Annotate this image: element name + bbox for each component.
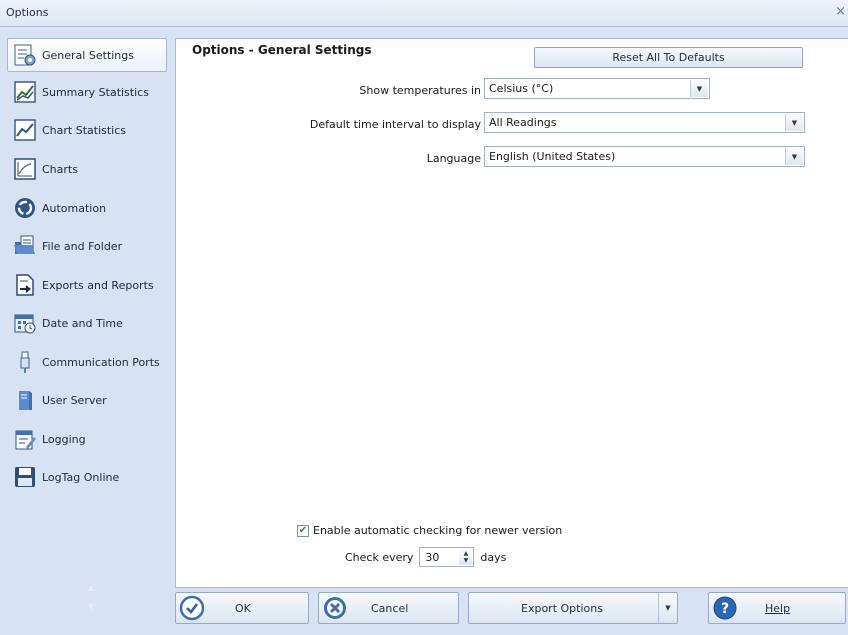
sidebar-item-logging[interactable]: Logging (8, 423, 168, 455)
sidebar-item-summary-statistics[interactable]: Summary Statistics (8, 76, 168, 108)
reset-defaults-button[interactable]: Reset All To Defaults (534, 47, 803, 68)
folder-icon (12, 233, 38, 259)
temperature-unit-value: Celsius (°C) (489, 82, 554, 95)
sidebar-item-date-and-time[interactable]: Date and Time (8, 307, 168, 339)
sidebar-item-label: User Server (42, 393, 107, 407)
general-settings-icon (12, 42, 38, 68)
chevron-down-icon[interactable]: ▼ (658, 593, 677, 623)
svg-text:?: ? (721, 601, 729, 617)
sidebar-item-label: Automation (42, 201, 107, 215)
summary-statistics-icon (12, 79, 38, 105)
sidebar-item-charts[interactable]: Charts (8, 153, 168, 185)
check-every-unit: days (480, 550, 507, 564)
log-book-icon (12, 426, 38, 452)
charts-icon (12, 156, 38, 182)
usb-port-icon (12, 349, 38, 375)
sidebar-item-logtag-online[interactable]: LogTag Online (8, 461, 168, 493)
ok-button-label: OK (235, 602, 251, 615)
sidebar-item-label: Communication Ports (42, 355, 160, 369)
sidebar-item-label: Charts (42, 162, 78, 176)
time-interval-select[interactable]: All Readings ▼ (484, 112, 805, 133)
check-every-label: Check every (345, 550, 414, 564)
options-sidebar: General Settings Summary Statistics Char… (7, 38, 170, 612)
export-options-label: Export Options (521, 602, 603, 615)
title-bar: Options × (0, 0, 848, 27)
stepper-arrows-icon[interactable]: ▲ ▼ (459, 549, 473, 565)
temperature-unit-label: Show temperatures in (359, 84, 481, 97)
chevron-down-icon[interactable]: ▼ (785, 148, 803, 165)
panel-title: Options - General Settings (192, 43, 372, 57)
auto-check-checkbox[interactable]: ✔ (297, 524, 309, 537)
sidebar-item-exports-and-reports[interactable]: Exports and Reports (8, 269, 168, 301)
ok-button[interactable]: OK (175, 592, 309, 624)
cancel-button[interactable]: Cancel (318, 592, 459, 624)
sidebar-item-label: File and Folder (42, 239, 123, 253)
cancel-button-label: Cancel (371, 602, 409, 615)
server-icon (12, 387, 38, 413)
auto-check-row: ✔ Enable automatic checking for newer ve… (297, 524, 562, 537)
temperature-unit-select[interactable]: Celsius (°C) ▼ (484, 78, 710, 99)
sidebar-item-label: Logging (42, 432, 86, 446)
cancel-circle-icon (322, 595, 348, 624)
chevron-down-icon[interactable]: ▼ (690, 80, 708, 97)
time-interval-label: Default time interval to display (309, 118, 481, 131)
sidebar-scroll-up-icon[interactable]: ▲ (88, 583, 94, 592)
chevron-down-icon[interactable]: ▼ (785, 114, 803, 131)
settings-panel: Options - General Settings Reset All To … (175, 38, 848, 588)
language-select[interactable]: English (United States) ▼ (484, 146, 805, 167)
help-button-label: Help (765, 602, 791, 615)
check-every-stepper[interactable]: 30 ▲ ▼ (419, 547, 475, 567)
language-label: Language (426, 152, 481, 165)
language-value: English (United States) (489, 150, 616, 163)
check-every-value[interactable]: 30 (425, 551, 439, 564)
sidebar-item-label: Date and Time (42, 316, 123, 330)
export-options-split-button[interactable]: Export Options ▼ (468, 592, 678, 624)
checkmark-circle-icon (179, 595, 205, 624)
sidebar-item-label: Chart Statistics (42, 123, 127, 137)
export-icon (12, 272, 38, 298)
automation-icon (12, 195, 38, 221)
auto-check-label[interactable]: Enable automatic checking for newer vers… (313, 524, 562, 537)
sidebar-item-automation[interactable]: Automation (8, 192, 168, 224)
help-icon: ? (712, 595, 738, 624)
chart-statistics-icon (12, 117, 38, 143)
sidebar-item-chart-statistics[interactable]: Chart Statistics (8, 114, 168, 146)
sidebar-item-label: LogTag Online (42, 470, 120, 484)
window-title: Options (6, 6, 49, 19)
sidebar-item-label: Exports and Reports (42, 278, 154, 292)
sidebar-item-general-settings[interactable]: General Settings (7, 38, 167, 72)
sidebar-item-file-and-folder[interactable]: File and Folder (8, 230, 168, 262)
cloud-save-icon (12, 464, 38, 490)
time-interval-value: All Readings (489, 116, 557, 129)
sidebar-scroll-down-icon[interactable]: ▼ (88, 602, 94, 611)
help-button[interactable]: ? Help (708, 592, 846, 624)
sidebar-item-user-server[interactable]: User Server (8, 384, 168, 416)
close-icon[interactable]: × (835, 4, 846, 19)
sidebar-item-label: Summary Statistics (42, 85, 149, 99)
calendar-clock-icon (12, 310, 38, 336)
sidebar-item-label: General Settings (42, 48, 134, 62)
sidebar-item-communication-ports[interactable]: Communication Ports (8, 346, 168, 378)
check-every-row: Check every 30 ▲ ▼ days (345, 547, 506, 567)
